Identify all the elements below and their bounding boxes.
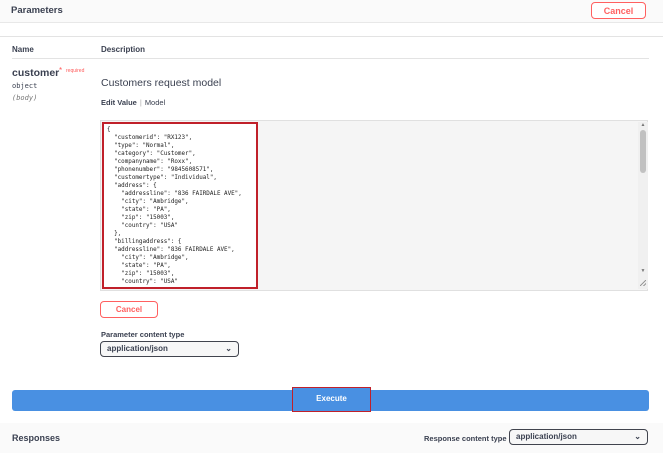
execute-button[interactable]: Execute xyxy=(292,387,371,412)
arrow-down-icon[interactable]: ▼ xyxy=(639,268,647,274)
chevron-down-icon: ⌄ xyxy=(634,432,641,441)
cancel-try-out-button[interactable]: Cancel xyxy=(591,2,646,19)
value-model-tabs: Edit Value | Model xyxy=(101,98,165,107)
response-content-type-value: application/json xyxy=(516,432,577,441)
divider xyxy=(0,36,663,37)
resize-grip-icon[interactable] xyxy=(640,280,646,286)
tab-model[interactable]: Model xyxy=(145,98,165,107)
tab-edit-value[interactable]: Edit Value xyxy=(101,98,137,107)
required-marker: * xyxy=(59,66,63,75)
arrow-up-icon[interactable]: ▲ xyxy=(639,122,647,128)
parameter-name: customer xyxy=(12,67,60,79)
parameter-description: Customers request model xyxy=(101,77,222,89)
parameter-content-type-value: application/json xyxy=(107,344,168,353)
editor-scroll-thumb[interactable] xyxy=(640,130,646,173)
chevron-down-icon: ⌄ xyxy=(225,344,232,353)
request-body-highlight[interactable]: { "customerid": "RX123", "type": "Normal… xyxy=(102,122,258,289)
responses-title: Responses xyxy=(12,433,61,443)
parameters-title: Parameters xyxy=(11,5,63,16)
required-label: required xyxy=(66,68,85,74)
request-body-json[interactable]: { "customerid": "RX123", "type": "Normal… xyxy=(107,126,242,287)
response-content-type-label: Response content type xyxy=(424,434,507,443)
parameters-header: Parameters Cancel xyxy=(0,0,663,23)
parameter-content-type-label: Parameter content type xyxy=(101,330,185,339)
column-header-description: Description xyxy=(101,45,146,54)
parameter-type: object xyxy=(12,82,38,90)
tab-separator: | xyxy=(139,98,142,107)
parameter-content-type-select[interactable]: application/json ⌄ xyxy=(100,341,239,357)
response-content-type-select[interactable]: application/json ⌄ xyxy=(509,429,648,445)
column-header-name: Name xyxy=(12,45,34,54)
cancel-edit-button[interactable]: Cancel xyxy=(100,301,158,318)
parameter-location: (body) xyxy=(12,94,38,102)
header-underline xyxy=(12,58,649,59)
